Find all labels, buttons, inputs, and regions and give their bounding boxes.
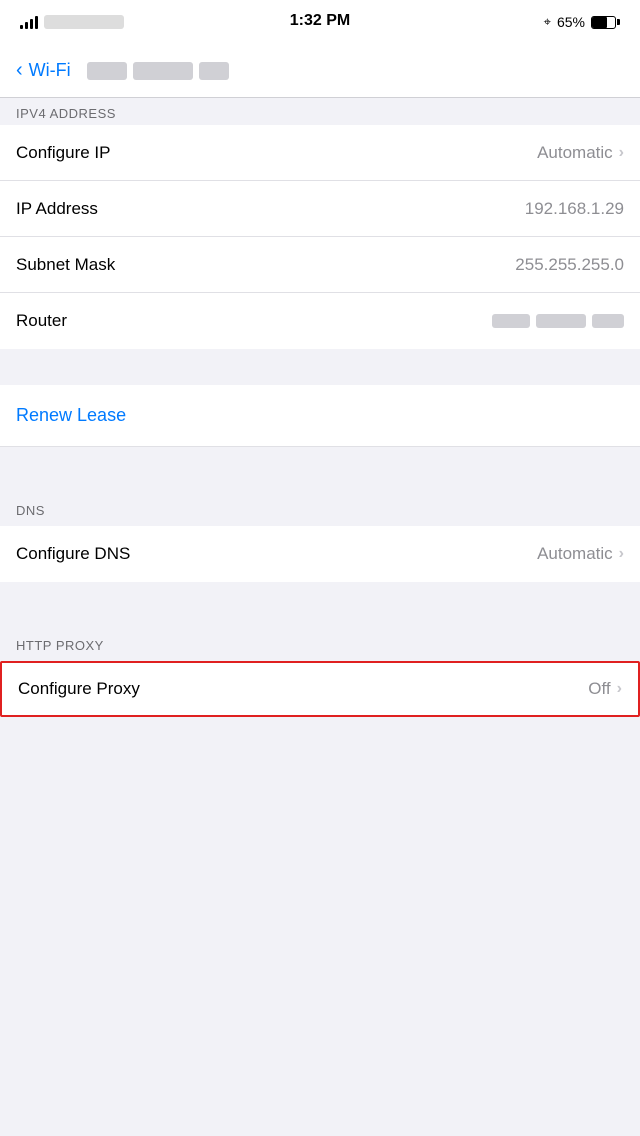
configure-proxy-value-text: Off bbox=[588, 679, 610, 699]
network-name-blurred bbox=[87, 62, 229, 80]
divider-2 bbox=[0, 447, 640, 483]
subnet-mask-label: Subnet Mask bbox=[16, 255, 115, 275]
router-value-blurred bbox=[492, 314, 624, 328]
configure-proxy-chevron-icon: › bbox=[617, 680, 622, 698]
configure-ip-chevron-icon: › bbox=[619, 144, 624, 162]
configure-ip-label: Configure IP bbox=[16, 143, 111, 163]
renew-lease-group: Renew Lease bbox=[0, 385, 640, 447]
status-right: ⌖ 65% bbox=[544, 14, 620, 30]
configure-ip-row[interactable]: Configure IP Automatic › bbox=[0, 125, 640, 181]
ipv4-section-header: IPv4 ADDRESS bbox=[0, 98, 640, 125]
proxy-settings-group: Configure Proxy Off › bbox=[0, 661, 640, 717]
ipv4-settings-group: Configure IP Automatic › IP Address 192.… bbox=[0, 125, 640, 349]
configure-dns-label: Configure DNS bbox=[16, 544, 130, 564]
back-chevron-icon: ‹ bbox=[16, 59, 23, 82]
configure-ip-value-text: Automatic bbox=[537, 143, 613, 163]
location-icon: ⌖ bbox=[544, 14, 551, 30]
divider-3 bbox=[0, 582, 640, 618]
router-row: Router bbox=[0, 293, 640, 349]
http-proxy-section-header: HTTP PROXY bbox=[0, 618, 640, 661]
navigation-bar: ‹ Wi-Fi bbox=[0, 44, 640, 98]
status-time: 1:32 PM bbox=[290, 12, 350, 30]
router-blurred-2 bbox=[536, 314, 586, 328]
blurred-network-1 bbox=[87, 62, 127, 80]
configure-dns-value-text: Automatic bbox=[537, 544, 613, 564]
configure-ip-value: Automatic › bbox=[537, 143, 624, 163]
configure-proxy-label: Configure Proxy bbox=[18, 679, 140, 699]
divider-1 bbox=[0, 349, 640, 385]
ip-address-value-text: 192.168.1.29 bbox=[525, 199, 624, 219]
status-bar: 1:32 PM ⌖ 65% bbox=[0, 0, 640, 44]
back-button[interactable]: ‹ Wi-Fi bbox=[16, 59, 71, 82]
ip-address-row: IP Address 192.168.1.29 bbox=[0, 181, 640, 237]
carrier-text bbox=[44, 15, 124, 29]
blurred-network-3 bbox=[199, 62, 229, 80]
blurred-network-2 bbox=[133, 62, 193, 80]
router-blurred-3 bbox=[592, 314, 624, 328]
ip-address-value: 192.168.1.29 bbox=[525, 199, 624, 219]
status-left bbox=[20, 15, 124, 29]
dns-settings-group: Configure DNS Automatic › bbox=[0, 526, 640, 582]
ip-address-label: IP Address bbox=[16, 199, 98, 219]
battery-icon bbox=[591, 16, 620, 29]
subnet-mask-value-text: 255.255.255.0 bbox=[515, 255, 624, 275]
renew-lease-label: Renew Lease bbox=[16, 405, 126, 425]
configure-dns-chevron-icon: › bbox=[619, 545, 624, 563]
subnet-mask-value: 255.255.255.0 bbox=[515, 255, 624, 275]
dns-section-header: DNS bbox=[0, 483, 640, 526]
configure-dns-value: Automatic › bbox=[537, 544, 624, 564]
back-label: Wi-Fi bbox=[29, 60, 71, 81]
signal-bars-icon bbox=[20, 15, 38, 29]
renew-lease-row[interactable]: Renew Lease bbox=[0, 385, 640, 447]
subnet-mask-row: Subnet Mask 255.255.255.0 bbox=[0, 237, 640, 293]
battery-percent: 65% bbox=[557, 14, 585, 30]
configure-proxy-value: Off › bbox=[588, 679, 622, 699]
configure-proxy-row[interactable]: Configure Proxy Off › bbox=[0, 661, 640, 717]
configure-dns-row[interactable]: Configure DNS Automatic › bbox=[0, 526, 640, 582]
router-label: Router bbox=[16, 311, 67, 331]
router-blurred-1 bbox=[492, 314, 530, 328]
